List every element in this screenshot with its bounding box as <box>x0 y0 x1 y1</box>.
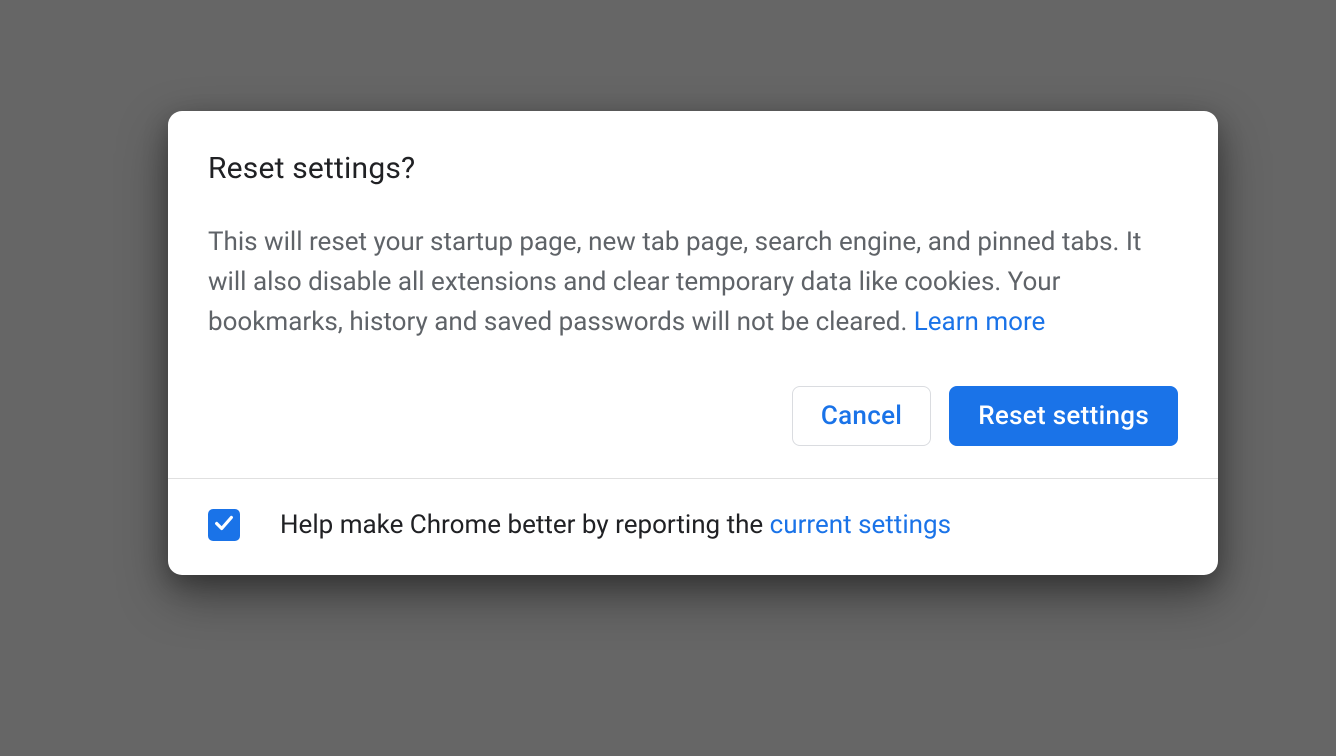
dialog-title: Reset settings? <box>208 151 1178 186</box>
dialog-body: Reset settings? This will reset your sta… <box>168 111 1218 478</box>
checkmark-icon <box>213 512 235 538</box>
learn-more-link[interactable]: Learn more <box>914 307 1046 337</box>
dialog-footer: Help make Chrome better by reporting the… <box>168 478 1218 575</box>
current-settings-link[interactable]: current settings <box>770 510 951 540</box>
footer-text: Help make Chrome better by reporting the… <box>280 510 951 540</box>
report-settings-checkbox[interactable] <box>208 509 240 541</box>
reset-settings-dialog: Reset settings? This will reset your sta… <box>168 111 1218 575</box>
reset-settings-button[interactable]: Reset settings <box>949 386 1178 446</box>
dialog-actions: Cancel Reset settings <box>208 386 1178 446</box>
footer-prefix: Help make Chrome better by reporting the <box>280 510 770 540</box>
cancel-button[interactable]: Cancel <box>792 386 931 446</box>
dialog-message: This will reset your startup page, new t… <box>208 222 1178 342</box>
